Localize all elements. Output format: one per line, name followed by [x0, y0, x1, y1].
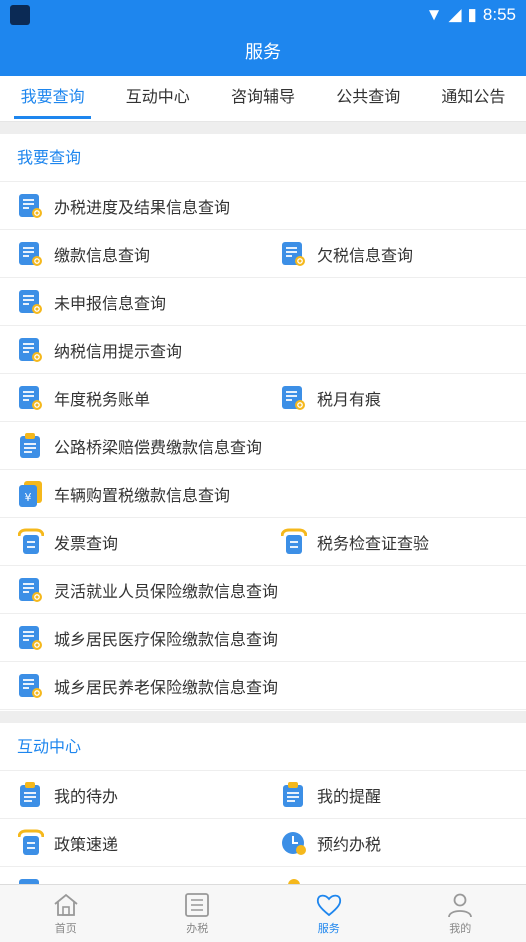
- service-row: 城乡居民养老保险缴款信息查询: [0, 663, 526, 710]
- service-item[interactable]: 城乡居民养老保险缴款信息查询: [0, 663, 278, 709]
- service-item-label: 灵活就业人员保险缴款信息查询: [54, 582, 279, 601]
- nav-mine-label: 我的: [449, 922, 472, 935]
- service-row: 办税进度及结果信息查询: [0, 183, 526, 230]
- service-row: ¥ 车辆购置税缴款信息查询: [0, 471, 526, 518]
- tab-consulting[interactable]: 咨询辅导: [210, 76, 315, 121]
- section-gap: [0, 122, 526, 134]
- service-item-label: 城乡居民养老保险缴款信息查询: [54, 678, 279, 697]
- service-item[interactable]: 政策速递: [0, 820, 263, 866]
- app-notification-icon: [10, 5, 30, 25]
- status-bar: ▼ ◢ ▮ 8:55: [0, 0, 526, 30]
- doc-search-icon: [281, 384, 307, 412]
- service-row: 灵活就业人员保险缴款信息查询: [0, 567, 526, 614]
- service-item[interactable]: 我的提醒: [263, 772, 526, 818]
- service-item-label: 办税进度及结果信息查询: [54, 198, 231, 217]
- service-row: 缴款信息查询 欠税信息查询: [0, 231, 526, 278]
- service-item[interactable]: 欠税信息查询: [263, 231, 526, 277]
- service-item[interactable]: 灵活就业人员保险缴款信息查询: [0, 567, 278, 613]
- service-row: 纳税信用提示查询: [0, 327, 526, 374]
- doc-search-icon: [18, 336, 44, 364]
- clipboard-icon: [18, 432, 44, 460]
- service-item-label: 发票查询: [54, 534, 119, 553]
- doc-search-icon: [18, 192, 44, 220]
- service-item-label: 城乡居民医疗保险缴款信息查询: [54, 630, 279, 649]
- tab-public-query[interactable]: 公共查询: [316, 76, 421, 121]
- service-item[interactable]: 纳税信用提示查询: [0, 327, 263, 373]
- service-row: 发票查询 税务检查证查验: [0, 519, 526, 566]
- service-row: 年度税务账单 税月有痕: [0, 375, 526, 422]
- service-item-label: 未申报信息查询: [54, 294, 167, 313]
- service-row: 未申报信息查询: [0, 279, 526, 326]
- service-item[interactable]: 办税进度及结果信息查询: [0, 183, 263, 229]
- nav-mine[interactable]: 我的: [395, 885, 526, 942]
- svg-text:¥: ¥: [25, 491, 32, 504]
- signal-icon: ◢: [448, 5, 462, 24]
- invoice-icon: [17, 829, 45, 857]
- service-item[interactable]: 未申报信息查询: [0, 279, 263, 325]
- service-item[interactable]: 缴款信息查询: [0, 231, 263, 277]
- nav-service-label: 服务: [317, 922, 340, 935]
- home-icon: [54, 893, 78, 916]
- user-icon: [448, 893, 473, 918]
- service-row: 公路桥梁赔偿费缴款信息查询: [0, 423, 526, 470]
- tab-interaction[interactable]: 互动中心: [105, 76, 210, 121]
- doc-search-icon: [18, 288, 44, 316]
- nav-home[interactable]: 首页: [0, 885, 132, 942]
- service-item-label: 公路桥梁赔偿费缴款信息查询: [54, 438, 263, 457]
- list-icon: [185, 893, 210, 917]
- service-item-label: 税务检查证查验: [317, 534, 430, 553]
- nav-tax[interactable]: 办税: [132, 885, 264, 942]
- invoice-icon: [17, 528, 45, 556]
- service-item[interactable]: 我的待办: [0, 772, 263, 818]
- tab-query[interactable]: 我要查询: [0, 76, 105, 121]
- service-item[interactable]: 税务检查证查验: [263, 519, 526, 565]
- status-icons: ▼ ◢ ▮ 8:55: [426, 4, 516, 26]
- doc-search-icon: [18, 240, 44, 268]
- doc-search-icon: [18, 576, 44, 604]
- section-gap: [0, 711, 526, 723]
- service-item[interactable]: 公路桥梁赔偿费缴款信息查询: [0, 423, 263, 469]
- service-item-label: 我的提醒: [317, 787, 382, 806]
- clipboard-icon: [281, 781, 307, 809]
- service-item-label: 我的待办: [54, 787, 119, 806]
- bottom-nav: 首页 办税 服务 我的: [0, 884, 526, 942]
- doc-search-icon: [18, 672, 44, 700]
- service-item[interactable]: 年度税务账单: [0, 375, 263, 421]
- yuan-doc-icon: ¥: [18, 480, 44, 508]
- service-item[interactable]: 税月有痕: [263, 375, 526, 421]
- nav-service[interactable]: 服务: [263, 885, 395, 942]
- service-item-label: 欠税信息查询: [317, 246, 414, 265]
- service-item[interactable]: 发票查询: [0, 519, 263, 565]
- doc-search-icon: [18, 624, 44, 652]
- service-row: 政策速递 预约办税: [0, 820, 526, 867]
- service-item-label: 预约办税: [317, 835, 382, 854]
- nav-tax-label: 办税: [186, 922, 209, 935]
- clock-icon: [281, 829, 307, 857]
- nav-home-label: 首页: [54, 922, 77, 935]
- section-title: 互动中心: [0, 723, 526, 771]
- doc-search-icon: [281, 240, 307, 268]
- invoice-icon: [280, 528, 308, 556]
- service-item-label: 政策速递: [54, 835, 119, 854]
- service-item-label: 纳税信用提示查询: [54, 342, 183, 361]
- service-item-label: 年度税务账单: [54, 390, 151, 409]
- battery-icon: ▮: [467, 5, 477, 24]
- clipboard-icon: [18, 781, 44, 809]
- service-item-label: 税月有痕: [317, 390, 382, 409]
- tab-bar: 我要查询 互动中心 咨询辅导 公共查询 通知公告: [0, 76, 526, 122]
- service-item[interactable]: 预约办税: [263, 820, 526, 866]
- heart-icon: [316, 894, 341, 917]
- service-item[interactable]: 城乡居民医疗保险缴款信息查询: [0, 615, 278, 661]
- service-item-label: 车辆购置税缴款信息查询: [54, 486, 231, 505]
- service-row: 我的待办 我的提醒: [0, 772, 526, 819]
- service-item[interactable]: ¥ 车辆购置税缴款信息查询: [0, 471, 263, 517]
- doc-search-icon: [18, 384, 44, 412]
- wifi-icon: ▼: [425, 5, 443, 24]
- service-item-label: 缴款信息查询: [54, 246, 151, 265]
- status-time: 8:55: [482, 5, 516, 24]
- section-title: 我要查询: [0, 134, 526, 182]
- tab-notices[interactable]: 通知公告: [421, 76, 526, 121]
- service-row: 城乡居民医疗保险缴款信息查询: [0, 615, 526, 662]
- page-title: 服务: [0, 30, 526, 76]
